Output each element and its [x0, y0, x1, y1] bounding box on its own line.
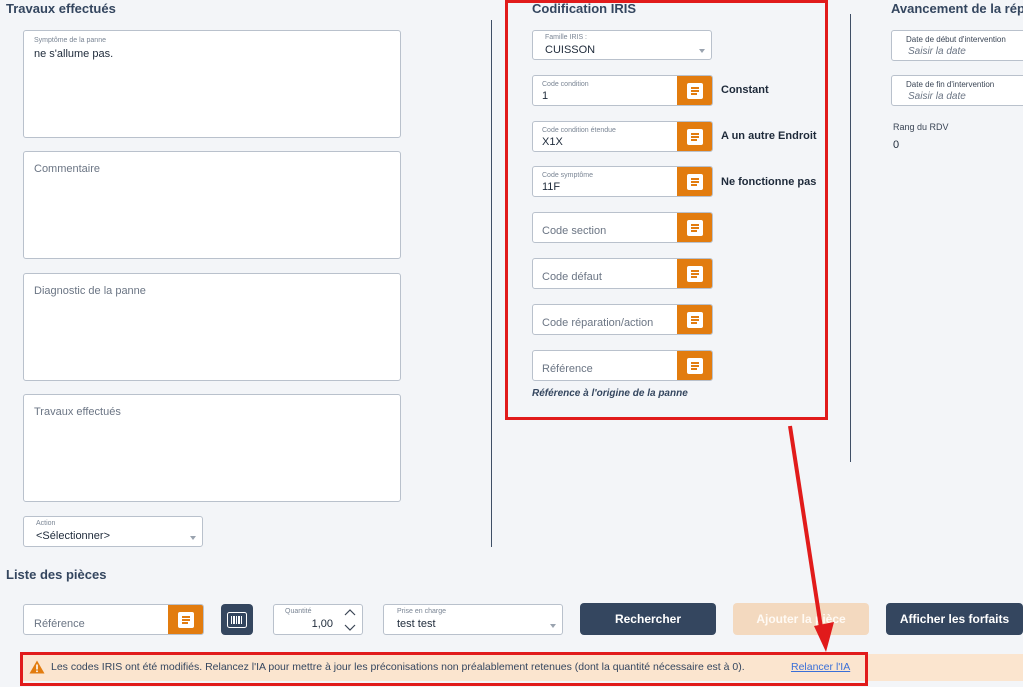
commentaire-textarea[interactable]: Commentaire — [23, 151, 401, 259]
commentaire-placeholder: Commentaire — [34, 163, 101, 175]
pieces-title: Liste des pièces — [6, 567, 107, 582]
date-fin-field[interactable]: Date de fin d'intervention Saisir la dat… — [891, 75, 1023, 106]
chevron-up-icon[interactable] — [344, 608, 356, 616]
travaux-title: Travaux effectués — [6, 1, 116, 16]
action-select[interactable]: Action <Sélectionner> — [23, 516, 203, 547]
pieces-reference-field[interactable]: Référence — [23, 604, 204, 635]
afficher-forfaits-button[interactable]: Afficher les forfaits — [886, 603, 1023, 635]
avancement-title: Avancement de la répa — [891, 1, 1023, 16]
diagnostic-placeholder: Diagnostic de la panne — [34, 285, 146, 297]
dropdown-caret-icon — [550, 624, 556, 628]
date-debut-label: Date de début d'intervention — [906, 35, 1006, 44]
divider-right — [850, 14, 851, 462]
quantite-value: 1,00 — [311, 618, 333, 630]
travaux-textarea[interactable]: Travaux effectués — [23, 394, 401, 502]
symptome-textarea[interactable]: Symptôme de la panne ne s'allume pas. — [23, 30, 401, 138]
annotation-red-box — [505, 0, 828, 420]
notepad-icon — [177, 611, 194, 628]
date-fin-label: Date de fin d'intervention — [906, 80, 995, 89]
annotation-red-box-alert — [20, 652, 868, 686]
travaux-placeholder: Travaux effectués — [34, 406, 121, 418]
pieces-reference-placeholder: Référence — [34, 618, 85, 630]
barcode-scan-button[interactable] — [221, 604, 253, 635]
divider-left — [491, 20, 492, 547]
symptome-value: ne s'allume pas. — [34, 48, 114, 60]
date-debut-field[interactable]: Date de début d'intervention Saisir la d… — [891, 30, 1023, 61]
rechercher-button[interactable]: Rechercher — [580, 603, 716, 635]
rang-rdv-label: Rang du RDV — [893, 122, 949, 132]
quantite-stepper[interactable]: Quantité 1,00 — [273, 604, 363, 635]
quantite-label: Quantité — [285, 608, 312, 615]
prise-en-charge-label: Prise en charge — [397, 608, 447, 615]
prise-en-charge-select[interactable]: Prise en charge test test — [383, 604, 563, 635]
pieces-reference-lookup-button[interactable] — [168, 605, 203, 634]
date-debut-placeholder: Saisir la date — [908, 46, 966, 57]
prise-en-charge-value: test test — [397, 618, 436, 630]
chevron-down-icon[interactable] — [344, 624, 356, 632]
annotation-arrow — [788, 425, 834, 652]
diagnostic-textarea[interactable]: Diagnostic de la panne — [23, 273, 401, 381]
dropdown-caret-icon — [190, 536, 196, 540]
barcode-icon — [227, 611, 247, 628]
action-label: Action — [36, 520, 56, 527]
rang-rdv-value: 0 — [893, 139, 900, 151]
date-fin-placeholder: Saisir la date — [908, 91, 966, 102]
symptome-label: Symptôme de la panne — [34, 37, 106, 44]
action-value: <Sélectionner> — [36, 530, 110, 542]
